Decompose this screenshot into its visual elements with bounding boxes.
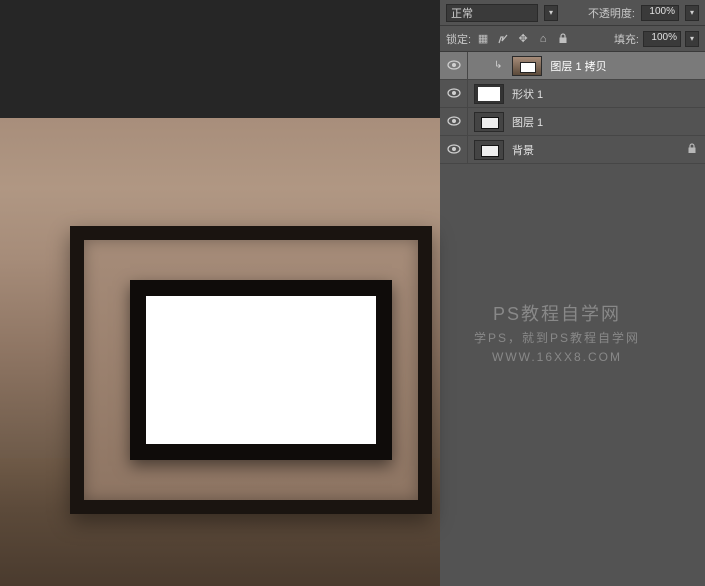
inner-frame-graphic [130,280,392,460]
lock-all-icon[interactable] [555,31,571,47]
visibility-toggle[interactable] [440,136,468,163]
layer-name-label[interactable]: 形状 1 [512,86,543,102]
layer-row[interactable]: 背景 [440,136,705,164]
visibility-toggle[interactable] [440,52,468,79]
fill-dropdown-icon[interactable]: ▾ [685,31,699,47]
fill-input[interactable]: 100% [643,31,681,47]
layer-thumbnail[interactable] [474,84,504,104]
eye-icon [447,115,461,129]
blend-mode-select[interactable]: 正常 [446,4,538,22]
layer-content: 背景 [468,140,534,160]
layer-content: 形状 1 [468,84,543,104]
layer-list: ↳ 图层 1 拷贝形状 1 图层 1 背景 [440,52,705,586]
layer-row[interactable]: 形状 1 [440,80,705,108]
visibility-toggle[interactable] [440,80,468,107]
blend-mode-value: 正常 [451,5,473,21]
opacity-input[interactable]: 100% [641,5,679,21]
opacity-label: 不透明度: [588,5,635,21]
visibility-toggle[interactable] [440,108,468,135]
blend-opacity-row: 正常 ▾ 不透明度: 100% ▾ [440,0,705,26]
lock-icon [687,143,697,157]
layer-name-label[interactable]: 背景 [512,142,534,158]
lock-artboard-icon[interactable]: ⌂ [535,31,551,47]
eye-icon [447,143,461,157]
lock-position-icon[interactable]: ✥ [515,31,531,47]
layer-content: 图层 1 [468,112,543,132]
lock-transparent-icon[interactable]: ▦ [475,31,491,47]
blend-mode-dropdown-icon[interactable]: ▾ [544,5,558,21]
document-image[interactable] [0,118,440,586]
lock-fill-row: 锁定: ▦ ✥ ⌂ 填充: 100% ▾ [440,26,705,52]
eye-icon [447,59,461,73]
layer-thumbnail[interactable] [474,140,504,160]
fill-label: 填充: [614,31,639,47]
layer-thumbnail[interactable] [512,56,542,76]
canvas-viewport [0,0,440,586]
opacity-dropdown-icon[interactable]: ▾ [685,5,699,21]
layers-panel: 正常 ▾ 不透明度: 100% ▾ 锁定: ▦ ✥ ⌂ 填充: 100% ▾ ↳… [440,0,705,586]
layer-name-label[interactable]: 图层 1 [512,114,543,130]
clip-arrow-icon: ↳ [494,60,504,71]
lock-label: 锁定: [446,31,471,47]
layer-content: ↳ 图层 1 拷贝 [468,56,607,76]
layer-name-label[interactable]: 图层 1 拷贝 [550,58,606,74]
layer-thumbnail[interactable] [474,112,504,132]
layer-row[interactable]: ↳ 图层 1 拷贝 [440,52,705,80]
layer-row[interactable]: 图层 1 [440,108,705,136]
eye-icon [447,87,461,101]
lock-pixels-icon[interactable] [495,31,511,47]
